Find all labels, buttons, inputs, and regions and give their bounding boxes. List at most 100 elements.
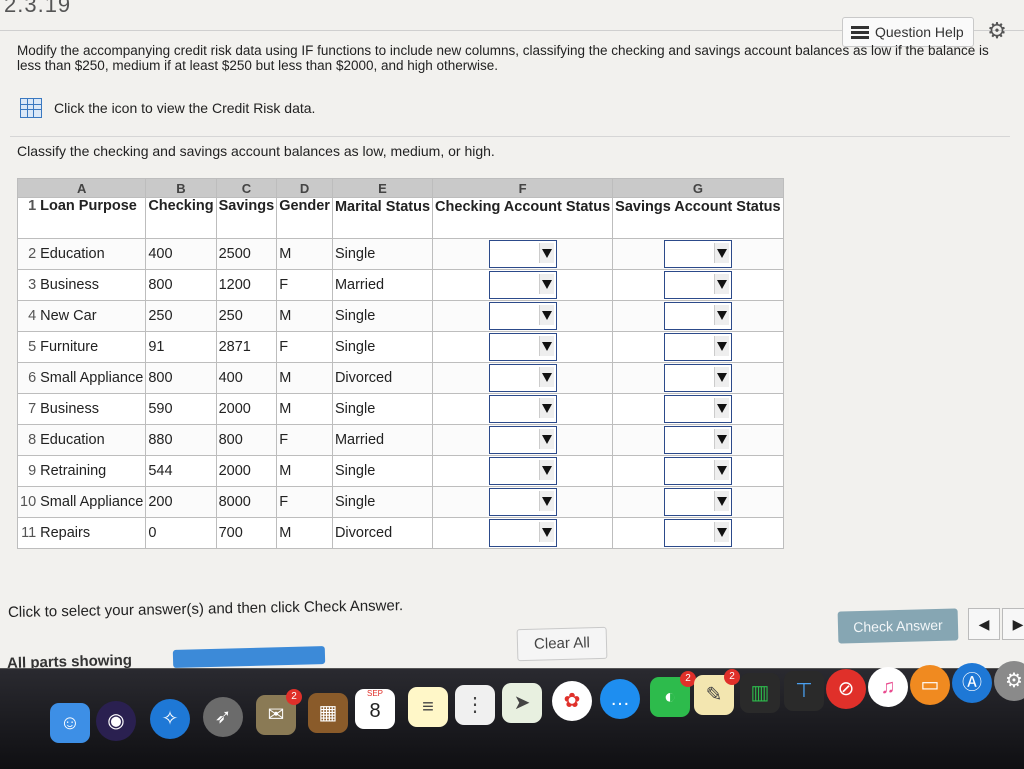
next-button[interactable]: ▶ bbox=[1002, 608, 1024, 640]
cell-checking: 800 bbox=[145, 269, 217, 301]
cell-checking-status bbox=[432, 269, 614, 301]
cell-marital-status: Single bbox=[331, 331, 434, 363]
check-answer-button[interactable]: Check Answer bbox=[837, 608, 959, 644]
dropdown-arrow-icon[interactable] bbox=[716, 311, 727, 320]
dropdown-arrow-icon[interactable] bbox=[716, 497, 727, 506]
safari-icon[interactable]: ✧ bbox=[150, 699, 190, 739]
checking-status-dropdown[interactable] bbox=[488, 333, 557, 361]
launchpad-icon[interactable]: ➶ bbox=[203, 697, 243, 737]
mail-icon[interactable]: ✉ 2 bbox=[256, 689, 302, 735]
app-store-icon[interactable]: Ⓐ bbox=[952, 663, 992, 703]
dropdown-arrow-icon[interactable] bbox=[541, 280, 552, 289]
col-letter: A bbox=[16, 178, 147, 198]
cell-checking-status bbox=[432, 362, 614, 394]
savings-status-dropdown[interactable] bbox=[663, 457, 732, 485]
numbers-icon[interactable]: ▥ bbox=[740, 673, 780, 713]
dropdown-arrow-icon[interactable] bbox=[716, 342, 727, 351]
cell-checking: 590 bbox=[145, 393, 217, 425]
checking-status-dropdown[interactable] bbox=[488, 426, 557, 454]
cell-savings: 2000 bbox=[215, 455, 278, 487]
dropdown-arrow-icon[interactable] bbox=[541, 249, 552, 258]
checking-status-dropdown[interactable] bbox=[488, 364, 557, 392]
cell-marital-status: Single bbox=[331, 238, 434, 270]
dropdown-arrow-icon[interactable] bbox=[716, 466, 727, 475]
dropdown-arrow-icon[interactable] bbox=[716, 249, 727, 258]
music-icon[interactable]: ♫ bbox=[868, 667, 908, 707]
cell-checking: 91 bbox=[145, 331, 217, 363]
checking-status-dropdown[interactable] bbox=[488, 271, 557, 299]
row-number: 7 bbox=[17, 393, 39, 425]
dropdown-arrow-icon[interactable] bbox=[716, 528, 727, 537]
facetime-icon[interactable]: ◐ 2 bbox=[650, 671, 696, 717]
dropdown-arrow-icon[interactable] bbox=[541, 528, 552, 537]
dropdown-arrow-icon[interactable] bbox=[716, 280, 727, 289]
cell-checking: 200 bbox=[145, 486, 217, 518]
cell-savings-status bbox=[612, 269, 784, 301]
cell-checking: 544 bbox=[145, 455, 217, 487]
section-divider bbox=[10, 136, 1010, 137]
progress-bar bbox=[172, 646, 326, 668]
cell-gender: M bbox=[276, 393, 333, 425]
system-preferences-icon[interactable]: ⚙ bbox=[994, 661, 1024, 701]
gear-icon[interactable]: ⚙ bbox=[984, 18, 1010, 44]
spreadsheet-icon[interactable] bbox=[20, 98, 42, 118]
savings-status-dropdown[interactable] bbox=[663, 302, 732, 330]
dropdown-arrow-icon[interactable] bbox=[541, 435, 552, 444]
dropdown-arrow-icon[interactable] bbox=[716, 404, 727, 413]
checking-status-dropdown[interactable] bbox=[488, 519, 557, 547]
calendar-month: SEP bbox=[366, 689, 383, 698]
pages-icon[interactable]: ✎ 2 bbox=[694, 669, 740, 715]
dropdown-arrow-icon[interactable] bbox=[716, 435, 727, 444]
savings-status-dropdown[interactable] bbox=[663, 240, 732, 268]
savings-status-dropdown[interactable] bbox=[663, 519, 732, 547]
credit-risk-data-link[interactable]: Click the icon to view the Credit Risk d… bbox=[20, 98, 315, 118]
savings-status-dropdown[interactable] bbox=[663, 488, 732, 516]
cell-gender: F bbox=[276, 424, 333, 456]
notes-icon[interactable]: ≡ bbox=[408, 687, 448, 727]
clear-all-button[interactable]: Clear All bbox=[516, 626, 608, 662]
dropdown-arrow-icon[interactable] bbox=[541, 342, 552, 351]
savings-status-dropdown[interactable] bbox=[663, 364, 732, 392]
dropdown-arrow-icon[interactable] bbox=[541, 373, 552, 382]
checking-status-dropdown[interactable] bbox=[488, 395, 557, 423]
table-row: 5 Furniture 91 2871 F Single bbox=[17, 331, 784, 363]
savings-status-dropdown[interactable] bbox=[663, 271, 732, 299]
contacts-icon[interactable]: ▦ bbox=[308, 693, 348, 733]
maps-icon[interactable]: ➤ bbox=[502, 683, 542, 723]
reminders-icon[interactable]: ⋮ bbox=[455, 685, 495, 725]
savings-status-dropdown[interactable] bbox=[663, 426, 732, 454]
row-number: 3 bbox=[17, 269, 39, 301]
messages-icon[interactable]: … bbox=[600, 679, 640, 719]
cell-loan-purpose: Furniture bbox=[38, 331, 147, 363]
checking-status-dropdown[interactable] bbox=[488, 488, 557, 516]
siri-icon[interactable]: ◉ bbox=[96, 701, 136, 741]
dropdown-arrow-icon[interactable] bbox=[541, 311, 552, 320]
dropdown-arrow-icon[interactable] bbox=[541, 466, 552, 475]
row-number: 5 bbox=[17, 331, 39, 363]
cell-loan-purpose: Retraining bbox=[38, 455, 147, 487]
dropdown-arrow-icon[interactable] bbox=[716, 373, 727, 382]
checking-status-dropdown[interactable] bbox=[488, 457, 557, 485]
photos-icon[interactable]: ✿ bbox=[552, 681, 592, 721]
table-row: 10 Small Appliance 200 8000 F Single bbox=[17, 486, 784, 518]
cell-gender: M bbox=[276, 455, 333, 487]
cell-loan-purpose: Education bbox=[38, 424, 147, 456]
previous-button[interactable]: ◀ bbox=[968, 608, 1000, 640]
calendar-icon[interactable]: SEP 8 bbox=[355, 689, 395, 729]
classify-prompt: Classify the checking and savings accoun… bbox=[17, 143, 495, 159]
books-icon[interactable]: ▭ bbox=[910, 665, 950, 705]
checking-status-dropdown[interactable] bbox=[488, 240, 557, 268]
dropdown-arrow-icon[interactable] bbox=[541, 497, 552, 506]
keynote-icon[interactable]: ⊤ bbox=[784, 671, 824, 711]
dropdown-arrow-icon[interactable] bbox=[541, 404, 552, 413]
cell-savings-status bbox=[612, 517, 784, 549]
cell-marital-status: Divorced bbox=[331, 362, 434, 394]
notes-badge: 2 bbox=[724, 669, 740, 685]
cell-checking: 800 bbox=[145, 362, 217, 394]
savings-status-dropdown[interactable] bbox=[663, 333, 732, 361]
checking-status-dropdown[interactable] bbox=[488, 302, 557, 330]
table-row: 4 New Car 250 250 M Single bbox=[17, 300, 784, 332]
savings-status-dropdown[interactable] bbox=[663, 395, 732, 423]
finder-icon[interactable]: ☺ bbox=[50, 703, 90, 743]
news-icon[interactable]: ⊘ bbox=[826, 669, 866, 709]
